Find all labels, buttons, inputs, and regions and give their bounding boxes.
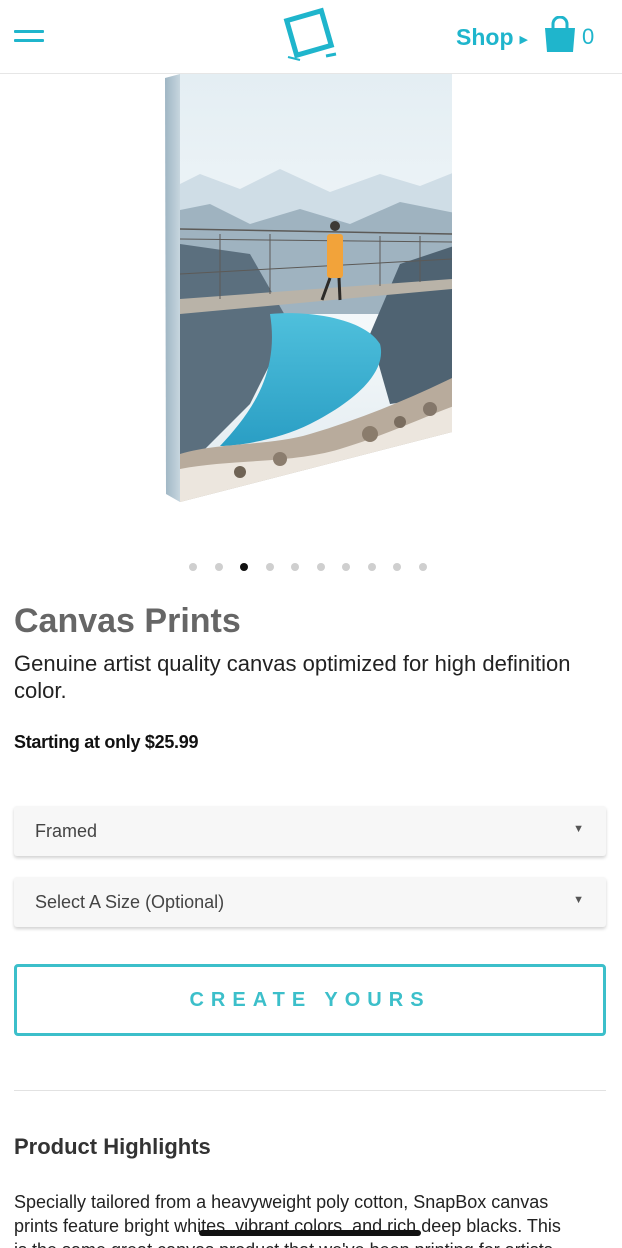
carousel-dot[interactable] <box>342 563 350 571</box>
highlights-line: is the same great canvas product that we… <box>14 1238 606 1248</box>
carousel-dot[interactable] <box>189 563 197 571</box>
product-subtitle: Genuine artist quality canvas optimized … <box>14 651 571 703</box>
carousel-dot[interactable] <box>418 563 427 571</box>
home-indicator <box>199 1230 421 1236</box>
section-divider <box>14 1090 606 1091</box>
shop-label: Shop <box>456 24 514 50</box>
carousel-dot[interactable] <box>393 563 401 571</box>
carousel-dot[interactable] <box>214 563 223 571</box>
create-yours-button[interactable]: CREATE YOURS <box>14 964 606 1036</box>
starting-price: Starting at only $25.99 <box>14 732 199 752</box>
hamburger-menu-icon[interactable] <box>14 26 44 46</box>
carousel-dot[interactable] <box>240 563 248 571</box>
product-image-canvas-print[interactable] <box>160 74 460 504</box>
product-highlights-heading: Product Highlights <box>14 1134 211 1159</box>
app-header: Shop ▶ 0 <box>0 0 622 74</box>
carousel-dot[interactable] <box>316 563 325 571</box>
size-option-value: Select A Size (Optional) <box>35 892 225 912</box>
product-title: Canvas Prints <box>14 602 241 640</box>
product-highlights-text: Specially tailored from a heavyweight po… <box>14 1190 606 1248</box>
carousel-dot[interactable] <box>291 563 299 571</box>
shop-menu-link[interactable]: Shop ▶ <box>456 24 528 51</box>
size-option-dropdown[interactable]: Select A Size (Optional) ▼ <box>14 877 606 927</box>
snapbox-logo[interactable] <box>280 6 340 66</box>
carousel-dot[interactable] <box>367 563 376 571</box>
frame-option-value: Framed <box>35 821 98 841</box>
dropdown-arrow-icon: ▼ <box>573 894 584 906</box>
dropdown-arrow-icon: ▼ <box>573 823 584 835</box>
cart-count[interactable]: 0 <box>582 24 594 50</box>
carousel-dot[interactable] <box>265 563 274 571</box>
shopping-bag-icon[interactable] <box>542 16 578 54</box>
caret-right-icon: ▶ <box>519 34 528 46</box>
carousel-pagination <box>189 563 427 571</box>
menu-bar-bottom <box>14 39 44 42</box>
frame-option-dropdown[interactable]: Framed ▼ <box>14 806 606 856</box>
menu-bar-top <box>14 30 44 33</box>
highlights-line: Specially tailored from a heavyweight po… <box>14 1192 549 1212</box>
